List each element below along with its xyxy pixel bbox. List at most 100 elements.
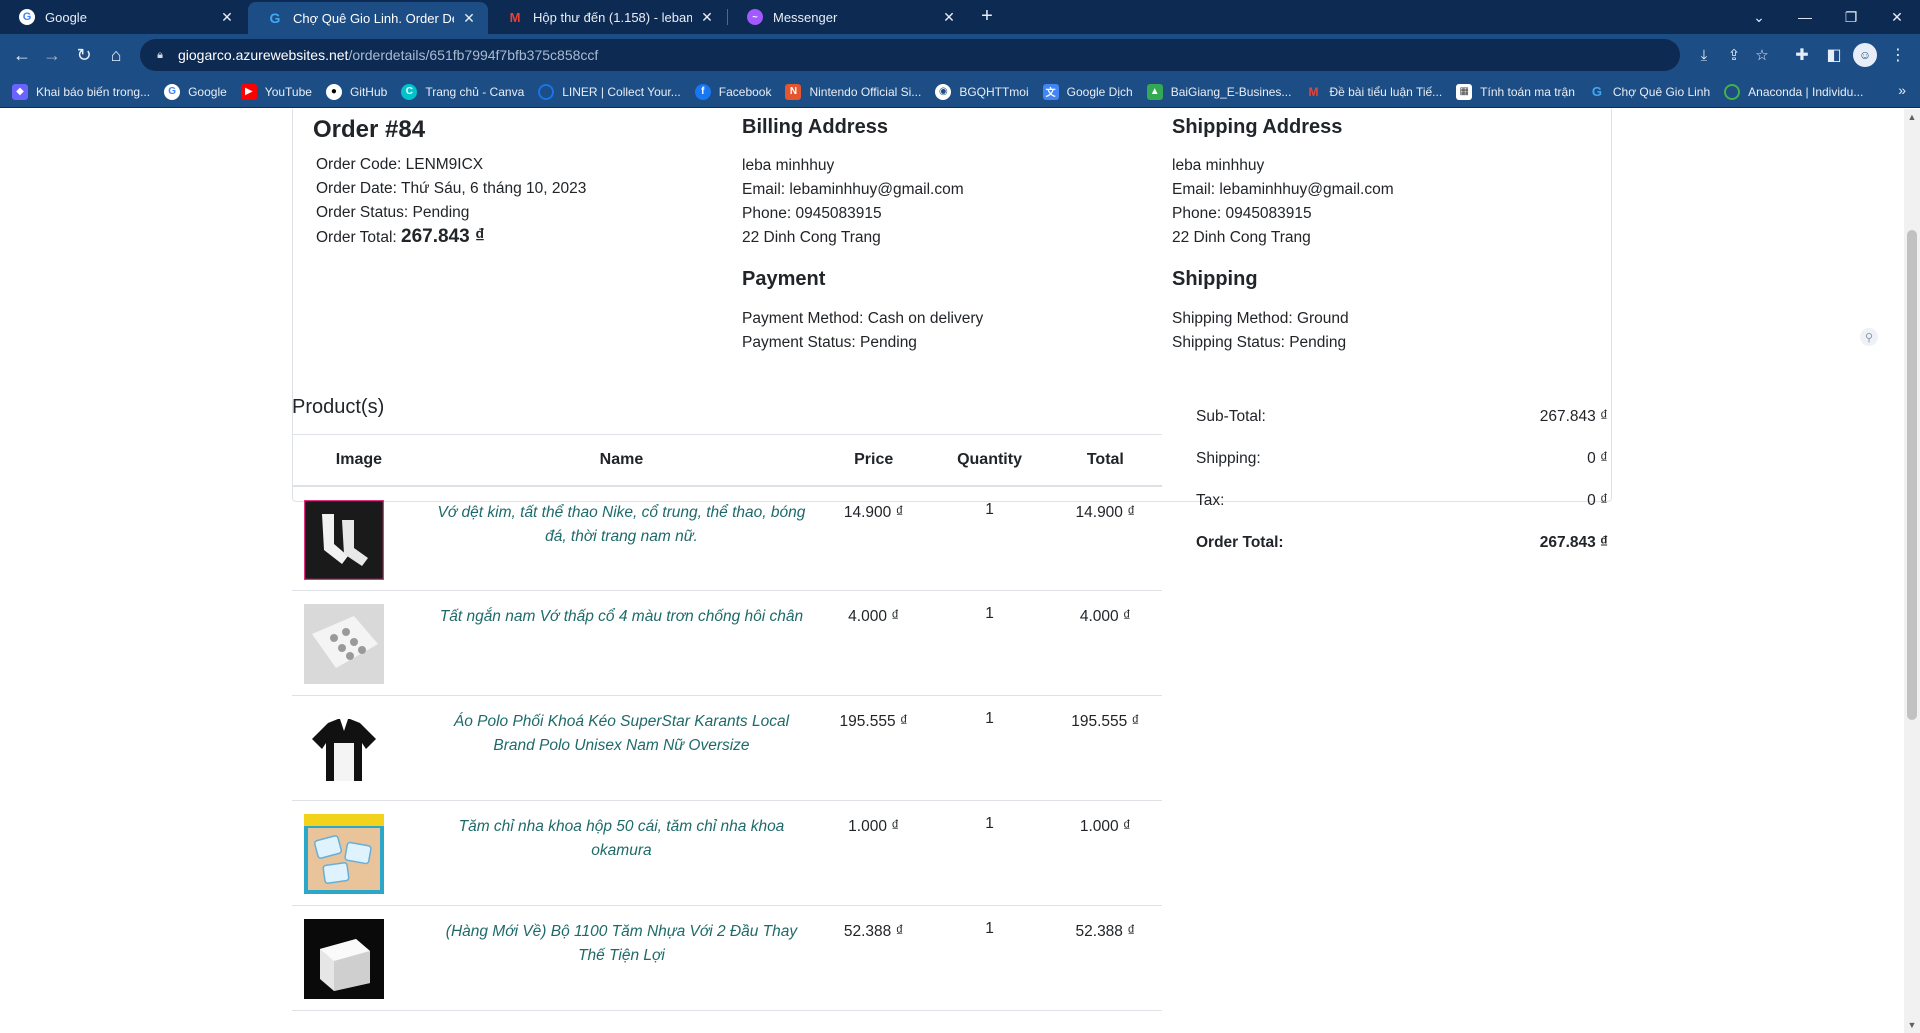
menu-kebab-icon[interactable]: ⋮ <box>1886 43 1910 67</box>
order-status-line: Order Status: Pending <box>316 201 586 225</box>
product-link[interactable]: (Hàng Mới Về) Bộ 1100 Tăm Nhựa Với 2 Đầu… <box>446 923 797 964</box>
side-search-icon[interactable]: ⚲ <box>1860 328 1878 346</box>
site-g-icon: G <box>269 10 281 26</box>
bookmark-item[interactable]: G Google <box>164 83 227 100</box>
bookmark-item[interactable]: ◆ Khai báo biến trong... <box>12 83 150 100</box>
github-icon: ● <box>325 83 342 100</box>
column-header-name: Name <box>425 434 818 487</box>
tab-order-details[interactable]: G Chợ Quê Gio Linh. Order Details ✕ <box>248 2 488 34</box>
close-icon[interactable]: ✕ <box>940 9 958 26</box>
bookmark-item[interactable]: ▦ Tính toán ma trận <box>1456 83 1575 100</box>
tab-gmail[interactable]: M Hộp thư đến (1.158) - lebaminhh ✕ <box>488 0 726 34</box>
order-date-line: Order Date: Thứ Sáu, 6 tháng 10, 2023 <box>316 177 586 201</box>
profile-avatar[interactable]: ☺ <box>1853 43 1877 67</box>
product-link[interactable]: Áo Polo Phối Khoá Kéo SuperStar Karants … <box>454 713 789 754</box>
window-close-icon[interactable]: ✕ <box>1874 0 1920 34</box>
product-link[interactable]: Tất ngắn nam Vớ thấp cổ 4 màu trơn chống… <box>440 608 803 625</box>
table-header-row: Image Name Price Quantity Total <box>292 434 1162 487</box>
close-icon[interactable]: ✕ <box>218 9 236 26</box>
total-value: 267.843 ₫ <box>1539 534 1608 551</box>
product-quantity: 1 <box>930 485 1049 591</box>
bookmark-item[interactable]: C Trang chủ - Canva <box>401 83 525 100</box>
bookmark-item[interactable]: ◉ BGQHTTmoi <box>935 83 1029 100</box>
order-code-line: Order Code: LENM9ICX <box>316 153 586 177</box>
white-socks-image[interactable] <box>304 499 384 580</box>
label: Order Date: <box>316 180 397 197</box>
shipping-name: leba minhhuy <box>1172 157 1265 174</box>
scroll-thumb[interactable] <box>1907 230 1917 720</box>
payment-info: Payment Method: Cash on delivery Payment… <box>742 307 983 355</box>
scroll-up-arrow-icon[interactable]: ▲ <box>1904 109 1920 125</box>
google-icon: G <box>19 9 35 25</box>
products-title: Product(s) <box>292 396 385 418</box>
restore-icon[interactable]: ❐ <box>1828 0 1874 34</box>
bookmark-item[interactable]: G Chợ Quê Gio Linh <box>1589 84 1710 100</box>
bookmark-item[interactable]: f Facebook <box>694 83 772 100</box>
bookmark-item[interactable]: Anaconda | Individu... <box>1724 83 1863 100</box>
socks-pack-image[interactable] <box>304 604 384 684</box>
more-bookmarks-chevron-icon[interactable]: » <box>1898 82 1906 98</box>
bookmark-label: Google Dịch <box>1066 84 1133 99</box>
bookmark-item[interactable]: N Nintendo Official Si... <box>785 83 921 100</box>
share-icon[interactable]: ⇪ <box>1722 43 1746 67</box>
summary-total-row: Order Total: 267.843 ₫ <box>1196 534 1608 558</box>
bookmark-item[interactable]: LINER | Collect Your... <box>538 83 681 100</box>
youtube-icon: ▶ <box>240 83 257 100</box>
polo-shirt-image[interactable] <box>304 709 384 789</box>
floss-box-image[interactable] <box>304 814 384 894</box>
forward-arrow-icon[interactable]: → <box>40 43 64 67</box>
product-quantity: 1 <box>930 800 1049 906</box>
site-g-icon: G <box>1591 84 1602 99</box>
address-bar[interactable]: 🔒︎ giogarco.azurewebsites.net /orderdeta… <box>140 39 1769 71</box>
product-name-cell: Tăm chỉ nha khoa hộp 50 cái, tăm chỉ nha… <box>425 800 818 906</box>
bookmark-item[interactable]: ● GitHub <box>325 83 387 100</box>
side-panel-icon[interactable]: ◧ <box>1822 43 1846 67</box>
url-host: giogarco.azurewebsites.net <box>178 47 349 63</box>
bookmark-label: Trang chủ - Canva <box>425 84 525 99</box>
tab-title: Chợ Quê Gio Linh. Order Details <box>293 10 454 26</box>
order-title: Order #84 <box>313 116 426 143</box>
product-link[interactable]: Tăm chỉ nha khoa hộp 50 cái, tăm chỉ nha… <box>459 818 785 859</box>
product-name-cell: (Hàng Mới Về) Bộ 1100 Tăm Nhựa Với 2 Đầu… <box>425 905 818 1011</box>
billing-street: 22 Dinh Cong Trang <box>742 229 881 246</box>
bookmark-item[interactable]: ▲ BaiGiang_E-Busines... <box>1146 83 1291 100</box>
bookmark-item[interactable]: ▶ YouTube <box>240 83 312 100</box>
close-icon[interactable]: ✕ <box>698 9 716 26</box>
label: Order Total: <box>1196 534 1284 551</box>
home-icon[interactable]: ⌂ <box>104 43 128 67</box>
label: Shipping Method: <box>1172 310 1293 327</box>
extensions-puzzle-icon[interactable]: ✚ <box>1790 43 1814 67</box>
table-row: Áo Polo Phối Khoá Kéo SuperStar Karants … <box>292 695 1162 801</box>
messenger-icon: ~ <box>747 9 763 25</box>
summary-shipping-row: Shipping: 0 ₫ <box>1196 450 1608 474</box>
bookmark-star-icon[interactable]: ☆ <box>1750 43 1774 67</box>
tab-search-chevron-icon[interactable]: ⌄ <box>1736 0 1782 34</box>
label: Email: <box>742 181 786 198</box>
label: Sub-Total: <box>1196 408 1266 425</box>
summary-tax-row: Tax: 0 ₫ <box>1196 492 1608 516</box>
toothpick-box-image[interactable] <box>304 919 384 999</box>
bookmark-label: Facebook <box>718 84 772 99</box>
lock-icon[interactable]: 🔒︎ <box>152 49 168 62</box>
scroll-down-arrow-icon[interactable]: ▼ <box>1904 1017 1920 1033</box>
bookmark-label: Google <box>188 84 227 99</box>
page-scrollbar[interactable]: ▲ ▼ <box>1904 109 1920 1033</box>
tab-google[interactable]: G Google ✕ <box>0 0 246 34</box>
product-image-cell <box>292 590 426 696</box>
close-icon[interactable]: ✕ <box>460 10 478 27</box>
bookmark-item[interactable]: M Đề bài tiểu luận Tiế... <box>1305 84 1442 100</box>
label: Order Status: <box>316 204 409 221</box>
product-image-cell <box>292 485 426 591</box>
label: Phone: <box>742 205 792 222</box>
back-arrow-icon[interactable]: ← <box>10 43 34 67</box>
billing-address-title: Billing Address <box>742 116 888 138</box>
new-tab-button[interactable]: + <box>976 6 998 28</box>
bookmark-label: YouTube <box>264 84 312 99</box>
tab-messenger[interactable]: ~ Messenger ✕ <box>728 0 968 34</box>
minimize-icon[interactable]: — <box>1782 0 1828 34</box>
product-link[interactable]: Vớ dệt kim, tất thể thao Nike, cổ trung,… <box>438 504 806 545</box>
bookmark-item[interactable]: 文 Google Dịch <box>1042 83 1133 100</box>
reload-icon[interactable]: ↻ <box>72 43 96 67</box>
order-date: Thứ Sáu, 6 tháng 10, 2023 <box>401 180 587 197</box>
install-app-icon[interactable]: ⤓ <box>1692 43 1716 67</box>
